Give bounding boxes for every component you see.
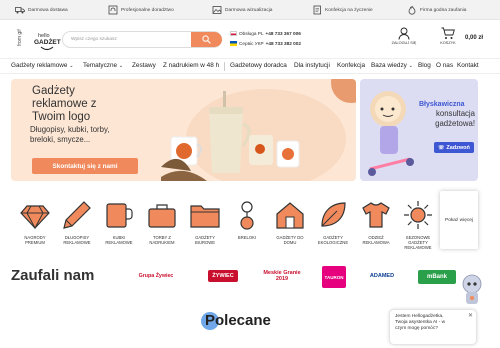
search-icon	[202, 35, 211, 44]
benefit-label: Profesjonalne doradztwo	[121, 7, 174, 13]
category-odziez[interactable]: ODZIEŻ REKLAMOWA	[354, 197, 398, 245]
nav-kontakt[interactable]: Kontakt	[457, 62, 479, 69]
consultation-banner[interactable]: Błyskawiczna konsultacja gadżetowa! ☏ Za…	[360, 79, 478, 181]
category-biurowe[interactable]: GADŻETY BIUROWE	[183, 197, 227, 245]
benefit-label: Darmowa dostawa	[28, 7, 68, 13]
trusted-title: Zaufali nam	[11, 267, 95, 284]
house-icon	[272, 197, 308, 233]
chevron-down-icon: ⌄	[69, 63, 74, 69]
login-link[interactable]: ZALOGUJ SIĘ	[384, 27, 424, 45]
brand-adamed: ADAMED	[369, 273, 395, 279]
benefit-trusted: Firma godna zaufania	[406, 4, 466, 16]
chevron-down-icon: ⌄	[118, 63, 124, 69]
keychain-icon	[229, 197, 265, 233]
show-more-button[interactable]: Pokaż więcej	[440, 191, 478, 249]
close-icon[interactable]: ✕	[468, 312, 473, 319]
diamond-icon	[17, 197, 53, 233]
nav-instytucje[interactable]: Dla instytucji	[294, 62, 330, 69]
assistant-chat-bubble[interactable]: Jestem Hellogadżetka, Twoja asystentka A…	[389, 309, 477, 345]
document-icon	[311, 5, 322, 16]
brand-tauron: TAURON	[322, 266, 346, 288]
poland-flag-icon	[230, 31, 237, 36]
chevron-down-icon: ⌄	[408, 63, 413, 69]
phone-icon: ☏	[438, 144, 445, 151]
fire-icon	[406, 5, 417, 16]
tshirt-icon	[358, 197, 394, 233]
category-ekologiczne[interactable]: GADŻETY EKOLOGICZNE	[311, 197, 355, 245]
folder-icon	[187, 197, 223, 233]
nav-tematyczne[interactable]: Tematyczne ⌄	[83, 62, 123, 69]
category-nagrody-premium[interactable]: NAGRODY PREMIUM	[13, 197, 57, 245]
benefit-packaging: Konfekcja na życzenie	[311, 4, 373, 16]
contact-button[interactable]: Skontaktuj się z nami	[32, 158, 138, 174]
cart-total: 0,00 zł	[465, 35, 484, 41]
benefit-free-delivery: Darmowa dostawa	[14, 4, 68, 16]
phone-ua[interactable]: Сервіс УКР +48 733 382 002	[230, 41, 301, 46]
search-placeholder: Wpisz czego szukasz	[71, 37, 117, 42]
mug-icon	[101, 197, 137, 233]
hero-products-image	[161, 79, 356, 181]
benefit-label: Firma godna zaufania	[420, 7, 467, 13]
user-icon	[398, 27, 410, 40]
benefits-bar: Darmowa dostawa Profesjonalne doradztwo …	[0, 0, 500, 20]
ukraine-flag-icon	[230, 41, 237, 46]
category-kubki[interactable]: KUBKI REKLAMOWE	[97, 197, 141, 245]
benefit-label: Darmowa wizualizacja	[225, 7, 273, 13]
call-button[interactable]: ☏ Zadzwoń	[434, 142, 474, 153]
category-dom[interactable]: GADŻETY DO DOMU	[268, 197, 312, 245]
phone-pl[interactable]: Obsługa PL +48 733 367 006	[230, 31, 301, 36]
nav-o-nas[interactable]: O nas	[436, 62, 453, 69]
cart-icon	[441, 27, 455, 39]
image-icon	[211, 5, 222, 16]
truck-icon	[14, 5, 25, 16]
search-button[interactable]	[191, 32, 222, 47]
benefit-label: Konfekcja na życzenie	[325, 7, 373, 13]
sun-icon	[400, 197, 436, 233]
nav-48h[interactable]: Z nadrukiem w 48 h	[163, 62, 219, 69]
category-breloki[interactable]: BRELOKI	[225, 197, 269, 240]
consultant-illustration	[368, 91, 414, 176]
brand-meskie-granie: Meskie Granie 2019	[263, 270, 301, 282]
nav-konfekcja[interactable]: Konfekcja	[337, 62, 365, 69]
promo-headline: Błyskawiczna	[419, 101, 465, 108]
nav-blog[interactable]: Blog	[418, 62, 431, 69]
main-nav: Gadżety reklamowe ⌄ Tematyczne ⌄ Zestawy…	[0, 58, 500, 74]
svg-text:GADŻET: GADŻET	[34, 38, 61, 46]
category-sezonowe[interactable]: SEZONOWE GADŻETY REKLAMOWE	[396, 197, 440, 251]
hero-title: Gadżety reklamowe z Twoim logo	[32, 85, 97, 123]
cart-link[interactable]: KOSZYK	[437, 27, 459, 45]
nav-gadzety-reklamowe[interactable]: Gadżety reklamowe ⌄	[11, 62, 73, 69]
nav-divider	[224, 62, 225, 71]
assistant-avatar[interactable]	[457, 272, 487, 308]
brand-zywiec: ŻYWIEC	[206, 266, 240, 286]
hero-subtitle: Długopisy, kubki, torby, breloki, smycze…	[30, 125, 110, 144]
benefit-visualisation: Darmowa wizualizacja	[211, 4, 272, 16]
nav-zestawy[interactable]: Zestawy	[132, 62, 156, 69]
recommended-title: Polecane	[205, 312, 271, 329]
category-torby[interactable]: TORBY Z NADRUKIEM	[140, 197, 184, 245]
bag-icon	[144, 197, 180, 233]
leaf-icon	[315, 197, 351, 233]
hero-banner[interactable]: Gadżety reklamowe z Twoim logo Długopisy…	[11, 79, 356, 181]
benefit-advice: Profesjonalne doradztwo	[107, 4, 174, 16]
headset-icon	[107, 5, 118, 16]
promo-text: konsultacja gadżetowa!	[435, 109, 475, 128]
pen-icon	[59, 197, 95, 233]
category-dlugopisy[interactable]: DŁUGOPISY REKLAMOWE	[55, 197, 99, 245]
brand-grupa-zywiec: Grupa Żywiec	[138, 273, 174, 279]
svg-text:from gift: from gift	[17, 29, 23, 46]
nav-doradca[interactable]: Gadżetowy doradca	[230, 62, 287, 69]
nav-baza-wiedzy[interactable]: Baza wiedzy ⌄	[371, 62, 413, 69]
brand-mbank: mBank	[418, 270, 456, 284]
